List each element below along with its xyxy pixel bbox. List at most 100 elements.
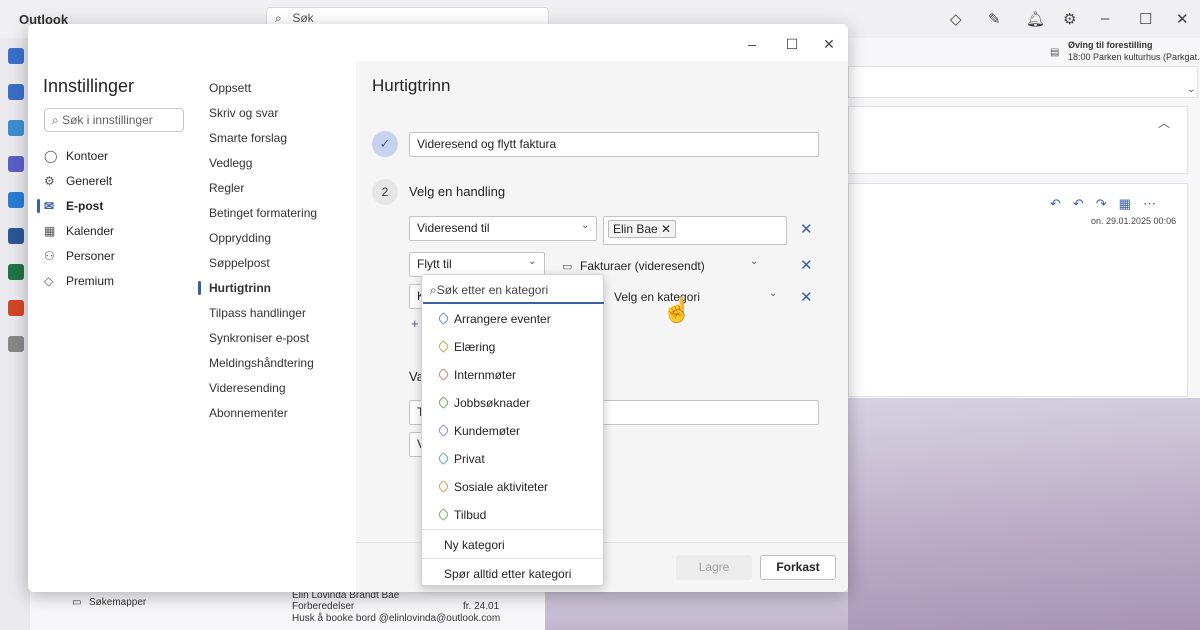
save-button[interactable]: Lagre xyxy=(676,555,752,580)
ribbon-area xyxy=(848,66,1198,98)
folder-select[interactable]: ▭ Fakturaer (videresendt) xyxy=(562,259,705,273)
nav-active-indicator xyxy=(37,199,40,213)
category-label: Sosiale aktiviteter xyxy=(454,480,549,494)
maximize-icon[interactable]: ☐ xyxy=(1139,10,1152,28)
mail-app-icon[interactable] xyxy=(8,48,24,64)
search-icon: ⌕ xyxy=(52,113,63,127)
chevron-down-icon[interactable]: ⌄ xyxy=(581,220,589,231)
nav-item-label: Generelt xyxy=(66,174,113,188)
calendar-event-title[interactable]: Øving til forestilling xyxy=(1068,40,1153,50)
bell-icon[interactable]: 🔔︎ xyxy=(1026,10,1045,28)
tag-icon xyxy=(437,480,450,493)
search-icon: ⌕ xyxy=(430,283,437,297)
quickstep-name-input[interactable]: Videresend og flytt faktura xyxy=(409,132,819,157)
settings-search-input[interactable]: ⌕ Søk i innstillinger xyxy=(44,108,184,132)
subnav-item[interactable]: Regler xyxy=(209,181,244,195)
powerpoint-app-icon[interactable] xyxy=(8,300,24,316)
minimize-icon[interactable]: – xyxy=(1101,10,1109,27)
search-folders-item[interactable]: Søkemapper xyxy=(89,597,146,608)
category-option[interactable]: Tilbud xyxy=(422,502,603,530)
chevron-down-icon[interactable]: ⌄ xyxy=(1187,84,1195,95)
category-label: Jobbsøknader xyxy=(454,396,531,410)
category-option[interactable]: Internmøter xyxy=(422,362,603,390)
gear-icon[interactable]: ⚙ xyxy=(1063,10,1076,28)
category-option[interactable]: Jobbsøknader xyxy=(422,390,603,418)
background-wallpaper-bottom xyxy=(545,592,848,630)
nav-item-personer[interactable]: ⚇ Personer xyxy=(44,249,115,269)
category-dropdown: ⌕Søk etter en kategori Arrangere eventer… xyxy=(421,274,604,586)
nav-item-label: Premium xyxy=(66,274,115,288)
remove-action2-icon[interactable]: ✕ xyxy=(800,256,813,274)
recipient-chip-label: Elin Bae xyxy=(613,222,658,236)
minimize-icon[interactable]: – xyxy=(742,36,762,52)
nav-item-epost[interactable]: ✉ E-post xyxy=(44,199,103,219)
subnav-item[interactable]: Skriv og svar xyxy=(209,106,278,120)
subnav-item[interactable]: Opprydding xyxy=(209,231,271,245)
chevron-down-icon[interactable]: ⌄ xyxy=(769,288,777,299)
nav-item-generelt[interactable]: ⚙ Generelt xyxy=(44,174,112,194)
diamond-icon[interactable]: ◇ xyxy=(950,10,962,28)
category-option[interactable]: Sosiale aktiviteter xyxy=(422,474,603,502)
subnav-item[interactable]: Betinget formatering xyxy=(209,206,317,220)
subnav-item[interactable]: Meldingshåndtering xyxy=(209,356,314,370)
recipient-chip[interactable]: Elin Bae ✕ xyxy=(608,220,677,238)
category-search-input[interactable]: ⌕Søk etter en kategori xyxy=(423,277,604,304)
chevron-down-icon[interactable]: ⌄ xyxy=(750,256,758,267)
always-ask-category-button[interactable]: Spør alltid etter kategori xyxy=(422,560,603,588)
notes-icon[interactable]: ✎ xyxy=(988,10,1001,28)
action1-select[interactable]: Videresend til xyxy=(409,216,597,241)
category-label: Kundemøter xyxy=(454,424,521,438)
nav-item-label: Kontoer xyxy=(66,149,109,163)
mail-list-date: fr. 24.01 xyxy=(463,601,500,612)
subnav-item[interactable]: Abonnementer xyxy=(209,406,288,420)
category-option[interactable]: Arrangere eventer xyxy=(422,306,603,334)
teams-app-icon[interactable] xyxy=(8,156,24,172)
subnav-item-hurtigtrinn[interactable]: Hurtigtrinn xyxy=(209,281,271,295)
maximize-icon[interactable]: ☐ xyxy=(782,36,802,53)
nav-item-label: Personer xyxy=(66,249,115,263)
category-label: Elæring xyxy=(454,340,496,354)
person-icon: ◯ xyxy=(44,149,58,163)
todo-app-icon[interactable] xyxy=(8,192,24,208)
nav-item-kalender[interactable]: ▦ Kalender xyxy=(44,224,114,244)
mail-preview: Husk å booke bord @elinlovinda@outlook.c… xyxy=(292,613,501,624)
divider xyxy=(422,529,603,530)
nav-item-label: Kalender xyxy=(66,224,115,238)
people-app-icon[interactable] xyxy=(8,120,24,136)
category-option[interactable]: Elæring xyxy=(422,334,603,362)
diamond-icon: ◇ xyxy=(44,274,54,288)
subnav-item[interactable]: Vedlegg xyxy=(209,156,252,170)
category-label: Privat xyxy=(454,452,485,466)
subnav-item[interactable]: Smarte forslag xyxy=(209,131,287,145)
remove-action3-icon[interactable]: ✕ xyxy=(800,288,813,306)
step1-check-icon: ✓ xyxy=(372,131,398,157)
category-label: Arrangere eventer xyxy=(454,312,551,326)
apps-icon[interactable] xyxy=(8,336,24,352)
category-option[interactable]: Privat xyxy=(422,446,603,474)
remove-action1-icon[interactable]: ✕ xyxy=(800,220,813,238)
calendar-app-icon[interactable] xyxy=(8,84,24,100)
category-option[interactable]: Kundemøter xyxy=(422,418,603,446)
nav-item-premium[interactable]: ◇ Premium xyxy=(44,274,114,294)
close-icon[interactable]: ✕ xyxy=(819,36,839,53)
chevron-up-icon[interactable]: ︿ xyxy=(1158,114,1170,131)
subnav-item[interactable]: Oppsett xyxy=(209,81,251,95)
new-category-button[interactable]: Ny kategori xyxy=(422,531,603,559)
close-icon[interactable]: ✕ xyxy=(661,222,671,236)
discard-button[interactable]: Forkast xyxy=(760,555,836,580)
chevron-down-icon[interactable]: ⌄ xyxy=(528,256,536,267)
word-app-icon[interactable] xyxy=(8,228,24,244)
category-label: Internmøter xyxy=(454,368,517,382)
divider xyxy=(422,558,603,559)
people-icon: ⚇ xyxy=(44,249,55,263)
mail-action-icons[interactable]: ↶↶↷▦⋯ xyxy=(1050,196,1168,212)
subnav-item[interactable]: Synkroniser e-post xyxy=(209,331,309,345)
close-icon[interactable]: ✕ xyxy=(1176,10,1189,28)
subnav-item[interactable]: Søppelpost xyxy=(209,256,270,270)
subnav-item[interactable]: Videresending xyxy=(209,381,286,395)
subnav-item[interactable]: Tilpass handlinger xyxy=(209,306,306,320)
add-action-icon[interactable]: + xyxy=(411,316,419,331)
excel-app-icon[interactable] xyxy=(8,264,24,280)
category-label: Tilbud xyxy=(454,508,487,522)
nav-item-kontoer[interactable]: ◯ Kontoer xyxy=(44,149,108,169)
